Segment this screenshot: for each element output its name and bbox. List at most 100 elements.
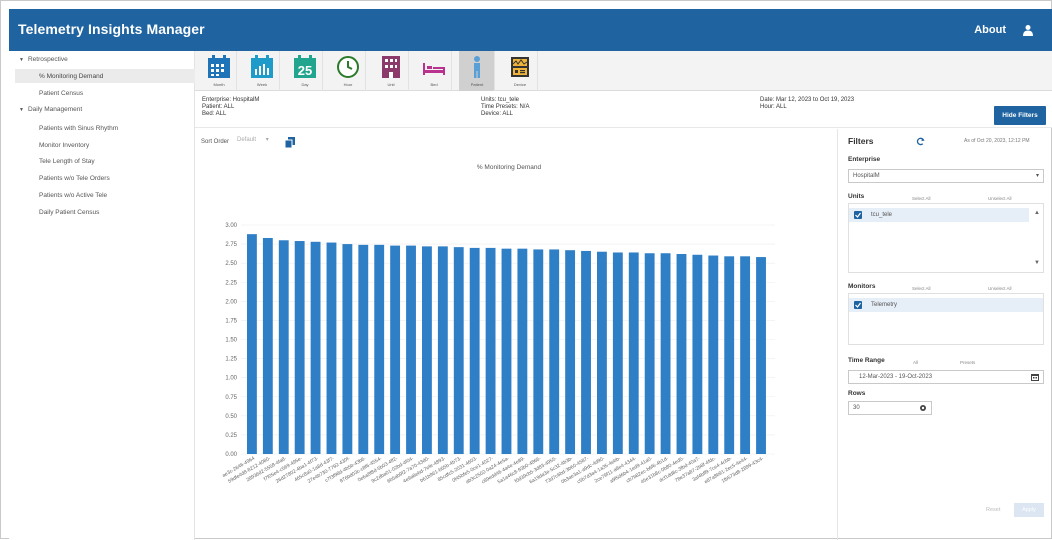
chart-bar[interactable] bbox=[692, 254, 703, 454]
chart-bar[interactable] bbox=[406, 245, 416, 454]
chart-bar[interactable] bbox=[549, 249, 560, 454]
refresh-icon[interactable] bbox=[916, 137, 925, 146]
rows-label: Rows bbox=[848, 390, 866, 397]
units-list-item[interactable]: tcu_tele bbox=[849, 208, 1029, 222]
summary-bed: Bed: ALL bbox=[202, 111, 227, 117]
sidebar-item-tele-length-of-stay[interactable]: Tele Length of Stay bbox=[39, 158, 95, 165]
time-range-input[interactable]: 12-Mar-2023 - 19-Oct-2023 bbox=[848, 370, 1044, 384]
chart-bar[interactable] bbox=[644, 253, 655, 454]
tool-device[interactable]: Device bbox=[502, 51, 538, 91]
tool-label: Unit bbox=[387, 82, 395, 87]
tool-month[interactable]: Month bbox=[201, 51, 237, 91]
y-tick-label: 1.75 bbox=[225, 318, 237, 324]
tool-week[interactable]: Week bbox=[244, 51, 280, 91]
y-tick-label: 2.25 bbox=[225, 280, 237, 286]
chart-bar[interactable] bbox=[660, 253, 671, 454]
tool-label: Hour bbox=[343, 82, 353, 87]
time-range-presets-option[interactable]: Presets bbox=[960, 360, 975, 365]
chart-bar[interactable] bbox=[247, 234, 257, 454]
y-tick-label: 0.75 bbox=[225, 395, 237, 401]
sidebar-item-daily-patient-census[interactable]: Daily Patient Census bbox=[39, 209, 99, 216]
filters-as-of: As of Oct 20, 2023, 12:12 PM bbox=[964, 138, 1030, 144]
chart-bar[interactable] bbox=[708, 255, 719, 454]
monitors-list-item[interactable]: Telemetry bbox=[849, 298, 1043, 312]
chart-bar[interactable] bbox=[501, 248, 512, 454]
chart-bar[interactable] bbox=[485, 247, 496, 454]
chart-bar[interactable] bbox=[262, 237, 273, 454]
checkbox-checked-icon[interactable] bbox=[854, 211, 862, 219]
apply-button[interactable]: Apply bbox=[1014, 503, 1044, 517]
chart-bar[interactable] bbox=[374, 244, 385, 454]
clock-icon bbox=[337, 56, 359, 78]
chart-bar[interactable] bbox=[517, 248, 528, 454]
monitors-unselect-all[interactable]: Unselect All bbox=[988, 286, 1012, 291]
bed-icon bbox=[423, 63, 445, 75]
time-range-value: 12-Mar-2023 - 19-Oct-2023 bbox=[859, 374, 933, 380]
y-tick-label: 2.00 bbox=[225, 299, 237, 305]
chart-bar[interactable] bbox=[310, 241, 321, 454]
sidebar-group-daily-management[interactable]: ▼ Daily Management bbox=[19, 106, 82, 113]
scroll-down-icon[interactable]: ▼ bbox=[1034, 260, 1040, 266]
sidebar-group-label: Daily Management bbox=[27, 106, 83, 113]
chart-bar[interactable] bbox=[453, 247, 464, 454]
tool-label: Device bbox=[513, 82, 527, 87]
user-icon[interactable] bbox=[1022, 24, 1034, 36]
tool-label: Bed bbox=[430, 82, 438, 87]
enterprise-select[interactable]: HospitalM ▾ bbox=[848, 169, 1044, 183]
sidebar-item-monitor-inventory[interactable]: Monitor Inventory bbox=[39, 142, 89, 149]
chart-bar[interactable] bbox=[469, 247, 480, 454]
chart-title: % Monitoring Demand bbox=[477, 164, 542, 171]
chart-bar[interactable] bbox=[533, 249, 544, 454]
summary-time-presets: Time Presets: N/A bbox=[481, 104, 530, 110]
chart-bar[interactable] bbox=[597, 251, 607, 454]
tool-patient[interactable]: Patient bbox=[459, 51, 495, 91]
rows-input[interactable]: 30 bbox=[848, 401, 932, 415]
chart-bar[interactable] bbox=[565, 250, 576, 454]
sidebar-item-patient-census[interactable]: Patient Census bbox=[39, 90, 83, 97]
sidebar-item-sinus-rhythm[interactable]: Patients with Sinus Rhythm bbox=[39, 125, 118, 132]
chart-bar[interactable] bbox=[676, 254, 687, 454]
settings-icon[interactable] bbox=[919, 404, 927, 412]
top-bar: Telemetry Insights Manager About bbox=[9, 9, 1052, 51]
calendar-icon[interactable] bbox=[1031, 373, 1039, 381]
tool-hour[interactable]: Hour bbox=[330, 51, 366, 91]
chart-bar[interactable] bbox=[612, 252, 623, 454]
filters-title: Filters bbox=[848, 136, 874, 146]
chart-bar[interactable] bbox=[294, 241, 305, 454]
chart-bar[interactable] bbox=[358, 244, 369, 454]
reset-button[interactable]: Reset bbox=[986, 507, 1000, 513]
sidebar-item-monitoring-demand[interactable]: % Monitoring Demand bbox=[39, 73, 103, 80]
units-item-label: tcu_tele bbox=[871, 212, 893, 218]
chart-bar[interactable] bbox=[581, 250, 591, 454]
tool-unit[interactable]: Unit bbox=[373, 51, 409, 91]
tool-day[interactable]: 25 Day bbox=[287, 51, 323, 91]
chart-bar[interactable] bbox=[437, 246, 448, 454]
chart-bar[interactable] bbox=[756, 257, 766, 454]
chart-bar[interactable] bbox=[326, 242, 337, 454]
y-tick-label: 3.00 bbox=[225, 223, 237, 229]
tool-label: Month bbox=[213, 82, 225, 87]
chart-bar[interactable] bbox=[724, 256, 735, 454]
chart-bar[interactable] bbox=[628, 252, 639, 454]
sidebar-item-no-tele-orders[interactable]: Patients w/o Tele Orders bbox=[39, 175, 110, 182]
scroll-up-icon[interactable]: ▲ bbox=[1034, 210, 1040, 216]
units-unselect-all[interactable]: Unselect All bbox=[988, 196, 1012, 201]
tool-bed[interactable]: Bed bbox=[416, 51, 452, 91]
sidebar-item-no-active-tele[interactable]: Patients w/o Active Tele bbox=[39, 192, 107, 199]
selection-summary: Enterprise: HospitalM Patient: ALL Bed: … bbox=[195, 91, 1052, 128]
monitors-select-all[interactable]: Select All bbox=[912, 286, 931, 291]
about-link[interactable]: About bbox=[974, 24, 1006, 36]
chart-bar[interactable] bbox=[342, 244, 353, 454]
y-tick-label: 0.25 bbox=[225, 433, 237, 439]
summary-patient: Patient: ALL bbox=[202, 104, 235, 110]
hide-filters-button[interactable]: Hide Filters bbox=[994, 106, 1046, 125]
units-select-all[interactable]: Select All bbox=[912, 196, 931, 201]
chart-bar[interactable] bbox=[278, 240, 289, 454]
calendar-month-icon bbox=[208, 55, 230, 78]
time-range-all-option[interactable]: All bbox=[913, 360, 918, 365]
chart-bar[interactable] bbox=[390, 245, 401, 454]
chart-bar[interactable] bbox=[740, 256, 751, 454]
sidebar-group-retrospective[interactable]: ▼ Retrospective bbox=[19, 56, 68, 63]
checkbox-checked-icon[interactable] bbox=[854, 301, 862, 309]
chart-bar[interactable] bbox=[422, 246, 432, 454]
